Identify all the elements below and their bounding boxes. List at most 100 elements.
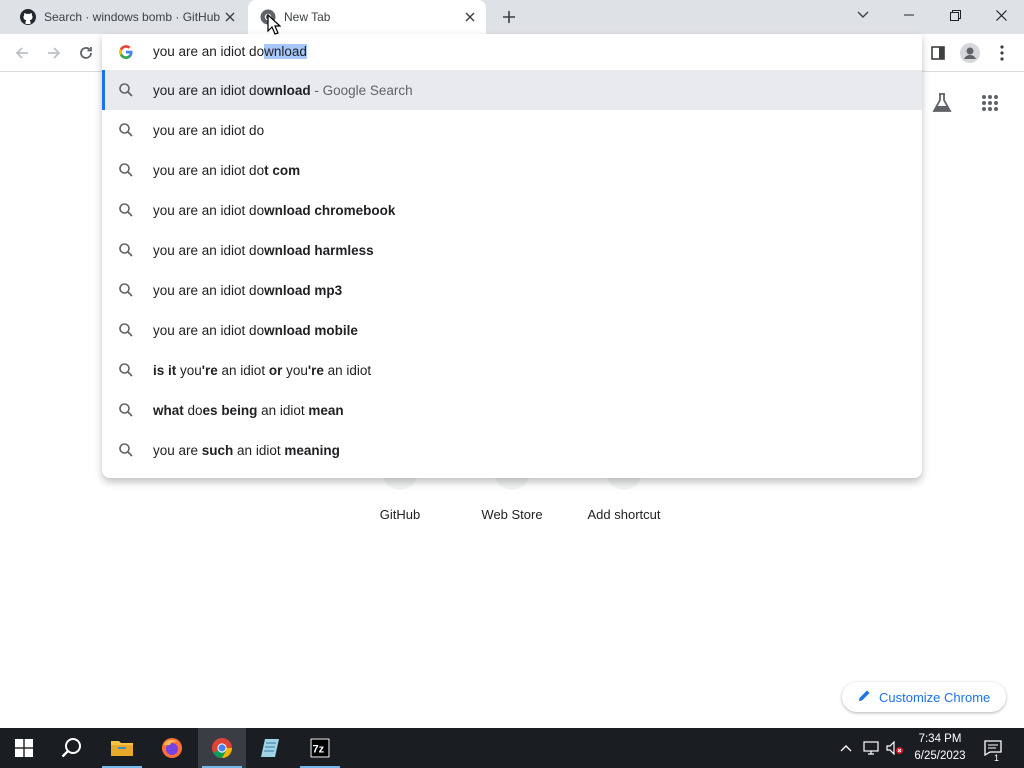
close-window-button[interactable] — [978, 0, 1024, 30]
side-panel-button[interactable] — [924, 39, 952, 67]
suggestion-text-part: is it — [153, 362, 177, 378]
search-icon — [118, 122, 134, 138]
omnibox-suggestion[interactable]: you are an idiot download - Google Searc… — [102, 70, 922, 110]
tab-new-tab[interactable]: New Tab — [248, 0, 486, 34]
omnibox-text: you are an idiot download — [153, 44, 307, 59]
omnibox-input[interactable]: you are an idiot download — [102, 34, 922, 70]
taskbar-notepad[interactable] — [246, 728, 294, 768]
taskbar-file-explorer[interactable] — [98, 728, 146, 768]
taskbar-search-button[interactable] — [48, 728, 96, 768]
notification-count: 1 — [994, 753, 1000, 763]
omnibox-suggestion[interactable]: you are an idiot download mobile — [102, 310, 922, 350]
suggestion-text-part: you — [282, 362, 308, 378]
search-icon — [118, 202, 134, 218]
suggestion-text: you are such an idiot meaning — [153, 443, 340, 458]
suggestion-text-part: you are — [153, 442, 202, 458]
suggestion-text-part: or — [268, 362, 283, 378]
suggestion-text-part: es being — [202, 402, 258, 418]
github-icon — [20, 9, 36, 25]
suggestion-text: you are an idiot download mp3 — [153, 283, 342, 298]
suggestion-text: is it you're an idiot or you're an idiot — [153, 363, 371, 378]
network-icon[interactable] — [860, 728, 882, 768]
file-explorer-icon — [111, 741, 133, 756]
shortcut-label-github[interactable]: GitHub — [350, 507, 450, 522]
tab-github-search[interactable]: Search · windows bomb · GitHub — [8, 0, 246, 34]
shortcut-label-web-store[interactable]: Web Store — [462, 507, 562, 522]
suggestion-text-part: what — [153, 402, 184, 418]
reload-button[interactable] — [72, 39, 100, 67]
volume-muted-icon[interactable] — [884, 728, 906, 768]
suggestion-text-part: you are an idiot do — [153, 322, 265, 338]
omnibox-autocomplete-selection: wnload — [264, 44, 307, 59]
taskbar-7zip[interactable]: 7z — [296, 728, 344, 768]
suggestion-text-part: 're — [307, 362, 324, 378]
apps-grid-icon[interactable] — [975, 88, 1005, 118]
omnibox-suggestion[interactable]: you are an idiot dot com — [102, 150, 922, 190]
start-button[interactable] — [0, 728, 48, 768]
pencil-icon — [858, 689, 871, 705]
suggestion-text: you are an idiot download - Google Searc… — [153, 83, 413, 98]
customize-chrome-label: Customize Chrome — [879, 689, 991, 705]
shortcut-label-add-shortcut[interactable]: Add shortcut — [574, 507, 674, 522]
tab-search-button[interactable] — [840, 0, 886, 30]
suggestion-text-part: wnload — [264, 82, 311, 98]
omnibox-suggestion[interactable]: is it you're an idiot or you're an idiot — [102, 350, 922, 390]
show-hidden-icons-button[interactable] — [836, 728, 856, 768]
svg-text:7z: 7z — [313, 744, 325, 756]
suggestion-text-part: an idiot — [233, 442, 285, 458]
notification-icon — [984, 740, 1002, 756]
suggestion-text: you are an idiot download chromebook — [153, 203, 395, 218]
search-icon — [118, 322, 134, 338]
suggestion-text-part: wnload mobile — [264, 322, 358, 338]
suggestion-text-part: you — [176, 362, 202, 378]
suggestion-text-part: you are an idiot do — [153, 282, 265, 298]
suggestion-text-part: meaning — [284, 442, 340, 458]
profile-avatar[interactable] — [956, 39, 984, 67]
suggestion-text: you are an idiot download harmless — [153, 243, 374, 258]
suggestion-text-part: an idiot — [217, 362, 269, 378]
search-icon — [118, 162, 134, 178]
windows-icon — [15, 739, 33, 757]
suggestion-text-part: you are an idiot do — [153, 202, 265, 218]
omnibox-suggestion[interactable]: you are an idiot download harmless — [102, 230, 922, 270]
mouse-cursor-icon — [267, 14, 281, 35]
suggestion-text-part: such — [201, 442, 234, 458]
taskbar-firefox[interactable] — [148, 728, 196, 768]
suggestion-text-part: an idiot — [257, 402, 309, 418]
menu-button[interactable] — [988, 39, 1016, 67]
search-icon — [118, 442, 134, 458]
omnibox-suggestion[interactable]: what does being an idiot mean — [102, 390, 922, 430]
notepad-icon — [261, 739, 279, 757]
taskbar: 7z 7:34 PM 6/25/2023 — [0, 728, 1024, 768]
taskbar-chrome[interactable] — [198, 728, 246, 768]
search-icon — [118, 362, 134, 378]
omnibox-suggestion[interactable]: you are such an idiot meaning — [102, 430, 922, 470]
omnibox-dropdown: you are an idiot download you are an idi… — [102, 34, 922, 478]
forward-button[interactable] — [40, 39, 68, 67]
suggestion-text-part: 're — [201, 362, 218, 378]
omnibox-suggestion[interactable]: you are an idiot download chromebook — [102, 190, 922, 230]
suggestion-text: what does being an idiot mean — [153, 403, 344, 418]
firefox-icon — [162, 738, 182, 758]
suggestion-text-part: you are an idiot do — [153, 82, 265, 98]
search-icon — [118, 82, 134, 98]
clock-time: 7:34 PM — [918, 733, 962, 745]
clock-date: 6/25/2023 — [914, 750, 966, 762]
back-button[interactable] — [8, 39, 36, 67]
google-icon — [118, 44, 134, 60]
new-tab-button[interactable] — [496, 4, 522, 30]
labs-icon[interactable] — [927, 88, 957, 118]
minimize-button[interactable] — [886, 0, 932, 30]
suggestion-text-part: you are an idiot do — [153, 122, 265, 138]
omnibox-suggestion[interactable]: you are an idiot do — [102, 110, 922, 150]
close-icon[interactable] — [460, 7, 480, 27]
suggestion-text: you are an idiot dot com — [153, 163, 300, 178]
omnibox-suggestion[interactable]: you are an idiot download mp3 — [102, 270, 922, 310]
search-icon — [118, 402, 134, 418]
close-icon[interactable] — [220, 7, 240, 27]
restore-button[interactable] — [932, 0, 978, 30]
suggestion-text-part: you are an idiot do — [153, 162, 265, 178]
customize-chrome-button[interactable]: Customize Chrome — [842, 682, 1006, 712]
action-center-button[interactable] — [980, 728, 1006, 768]
clock[interactable]: 7:34 PM 6/25/2023 — [906, 731, 974, 765]
